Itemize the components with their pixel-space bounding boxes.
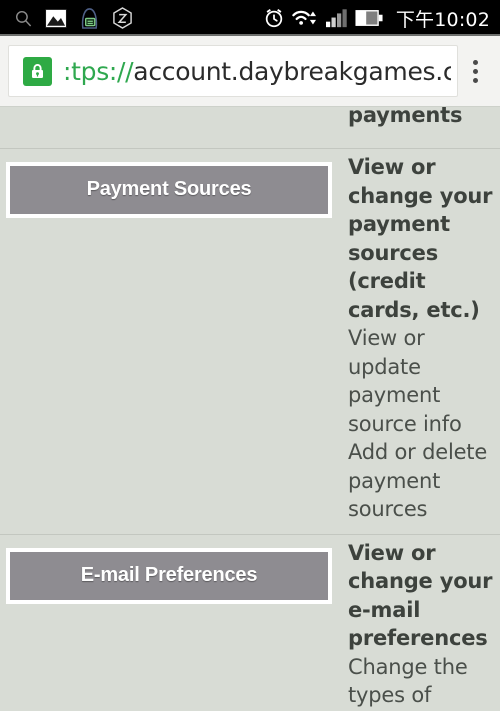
payment-sources-heading: View or change your payment sources (cre…	[348, 155, 493, 322]
status-bar-system-icons: 下午10:02	[263, 5, 490, 32]
payment-sources-description-cell: View or change your payment sources (cre…	[340, 149, 500, 534]
url-host: account.daybreakgames.com	[133, 56, 451, 86]
clipped-heading-text: payments	[348, 107, 463, 127]
photo-icon	[45, 8, 67, 28]
menu-dot	[472, 59, 478, 65]
wifi-icon	[292, 7, 319, 29]
lock-badge-icon	[79, 7, 100, 29]
email-preferences-detail: Change the types of information that you…	[348, 654, 468, 708]
url-bar[interactable]: :tps://account.daybreakgames.com	[8, 45, 458, 97]
status-bar-clock: 下午10:02	[395, 8, 490, 31]
account-settings-page: payments Payment Sources View or change …	[0, 107, 500, 711]
secure-lock-icon[interactable]	[23, 56, 52, 86]
clipped-row-left-cell	[0, 107, 340, 133]
email-preferences-button[interactable]: E-mail Preferences	[6, 547, 332, 604]
browser-toolbar: :tps://account.daybreakgames.com	[0, 36, 500, 107]
email-preferences-heading: View or change your e-mail preferences	[348, 540, 493, 651]
url-text[interactable]: :tps://account.daybreakgames.com	[63, 57, 451, 86]
battery-icon	[355, 9, 383, 27]
clipped-previous-row: payments	[0, 107, 500, 148]
email-preferences-description-cell: View or change your e-mail preferences C…	[340, 535, 500, 711]
search-icon	[14, 9, 33, 28]
table-row: Payment Sources View or change your paym…	[0, 148, 500, 534]
menu-dot	[472, 68, 478, 74]
payment-sources-button-cell: Payment Sources	[0, 149, 340, 231]
payment-sources-detail: View or update payment source info	[348, 326, 462, 436]
url-scheme: :tps://	[63, 56, 134, 86]
status-bar-notification-icons	[14, 7, 133, 29]
android-status-bar: 下午10:02	[0, 0, 500, 36]
table-row: E-mail Preferences View or change your e…	[0, 533, 500, 711]
payment-sources-button[interactable]: Payment Sources	[6, 162, 332, 218]
alarm-clock-icon	[263, 7, 285, 29]
overflow-menu-icon[interactable]	[458, 59, 492, 83]
email-preferences-button-cell: E-mail Preferences	[0, 535, 340, 617]
menu-dot	[472, 77, 478, 83]
payment-sources-detail: Add or delete payment sources	[348, 440, 488, 521]
signal-bars-icon	[325, 8, 348, 28]
clipped-row-right-cell: payments	[340, 107, 500, 140]
hexagon-app-icon	[112, 7, 133, 29]
